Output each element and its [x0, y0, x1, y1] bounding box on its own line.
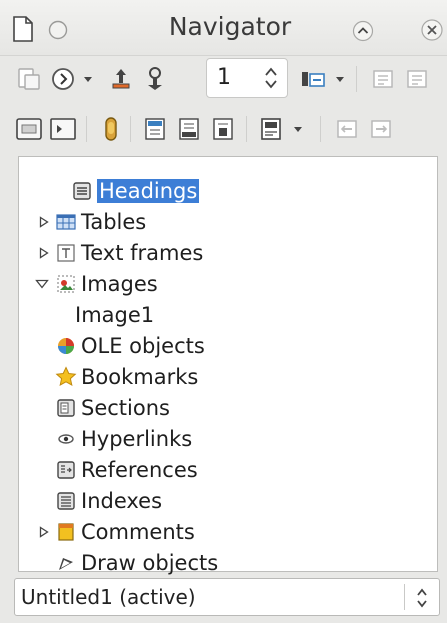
- tree-item-label: References: [81, 457, 198, 482]
- toolbar-separator: [320, 116, 321, 142]
- headings-icon: [71, 180, 93, 202]
- document-selector-value: Untitled1 (active): [21, 585, 196, 609]
- menu-circle-icon[interactable]: [48, 20, 68, 44]
- tree-item-label: Bookmarks: [81, 364, 199, 389]
- indexes-icon: [55, 490, 77, 512]
- tree-item-label: Text frames: [81, 240, 204, 265]
- collapse-arrow-icon[interactable]: [35, 277, 49, 291]
- toolbar-separator: [130, 116, 131, 142]
- spin-arrows-icon[interactable]: [263, 65, 279, 95]
- tree-item-comments[interactable]: Comments: [19, 516, 419, 547]
- comments-icon: [55, 521, 77, 543]
- bookmarks-icon: [55, 365, 77, 388]
- tree-item-label: Hyperlinks: [81, 426, 193, 451]
- demote-level-icon[interactable]: [364, 112, 398, 146]
- tree-item-draw-objects[interactable]: Draw objects: [19, 547, 419, 578]
- expand-arrow-icon[interactable]: [37, 246, 51, 260]
- tree-item-hyperlinks[interactable]: Hyperlinks: [19, 423, 419, 454]
- heading-level-spinbox[interactable]: 1: [206, 58, 288, 98]
- set-reminder-icon[interactable]: [94, 112, 128, 146]
- content-view-icon[interactable]: [46, 112, 80, 146]
- images-icon: [55, 273, 77, 295]
- tree-item-label: Draw objects: [81, 550, 219, 575]
- hyperlinks-icon: [55, 428, 77, 450]
- sections-icon: [55, 397, 77, 419]
- tree-item-bookmarks[interactable]: Bookmarks: [19, 361, 419, 392]
- heading-level-value: 1: [217, 65, 231, 90]
- chapter-down-icon[interactable]: [400, 62, 434, 96]
- list-box-on-off-icon[interactable]: [12, 112, 46, 146]
- promote-level-icon[interactable]: [330, 112, 364, 146]
- draw-objects-icon: [55, 552, 77, 574]
- selector-divider: [404, 584, 405, 610]
- insert-dropdown-icon[interactable]: [288, 112, 308, 146]
- insert-icon[interactable]: [254, 112, 288, 146]
- drag-mode-dropdown-icon[interactable]: [330, 62, 350, 96]
- header-icon[interactable]: [138, 112, 172, 146]
- tree-item-label: Indexes: [81, 488, 163, 513]
- title-bar: Navigator: [0, 0, 447, 56]
- window-title: Navigator: [168, 12, 292, 41]
- tree-item-label: Comments: [81, 519, 195, 544]
- tree-item-sections[interactable]: Sections: [19, 392, 419, 423]
- content-navigation-toggle-icon[interactable]: [12, 62, 46, 96]
- tree-item-text-frames[interactable]: Text frames: [19, 237, 419, 268]
- tree-item-label: Sections: [81, 395, 170, 420]
- tree-item-label: Tables: [81, 209, 147, 234]
- navigator-toolbar-row-2: [0, 104, 447, 154]
- document-selector[interactable]: Untitled1 (active): [14, 578, 440, 616]
- anchor-text-icon[interactable]: [206, 112, 240, 146]
- tree-item-image1[interactable]: Image1: [19, 299, 419, 330]
- drag-mode-icon[interactable]: [296, 62, 330, 96]
- navigator-toolbar-row-1: 1: [0, 54, 447, 104]
- text-frames-icon: [55, 242, 77, 264]
- shade-up-icon[interactable]: [352, 20, 374, 46]
- close-icon[interactable]: [420, 18, 446, 46]
- expand-arrow-icon[interactable]: [37, 525, 51, 539]
- chapter-up-icon[interactable]: [366, 62, 400, 96]
- tree-item-headings[interactable]: Headings: [19, 175, 419, 206]
- navigation-icon[interactable]: [46, 62, 80, 96]
- toolbar-separator: [86, 116, 87, 142]
- tree-item-ole-objects[interactable]: OLE objects: [19, 330, 419, 361]
- tree-item-label: Images: [81, 271, 158, 296]
- toolbar-separator: [356, 66, 357, 92]
- tree-item-images[interactable]: Images: [19, 268, 419, 299]
- ole-objects-icon: [55, 335, 77, 357]
- tree-item-label: Headings: [97, 178, 200, 203]
- tree-item-tables[interactable]: Tables: [19, 206, 419, 237]
- footer-icon[interactable]: [172, 112, 206, 146]
- tree-item-references[interactable]: References: [19, 454, 419, 485]
- promote-icon[interactable]: [104, 62, 138, 96]
- updown-arrows-icon[interactable]: [415, 587, 429, 613]
- references-icon: [55, 459, 77, 481]
- tables-icon: [55, 211, 77, 233]
- expand-arrow-icon[interactable]: [37, 215, 51, 229]
- navigator-content-tree[interactable]: Headings Tables Text frames Images Image…: [18, 156, 438, 575]
- toolbar-separator: [246, 116, 247, 142]
- tree-item-label: Image1: [75, 302, 155, 327]
- tree-item-indexes[interactable]: Indexes: [19, 485, 419, 516]
- navigation-dropdown-icon[interactable]: [78, 62, 98, 96]
- document-icon[interactable]: [12, 16, 34, 46]
- demote-icon[interactable]: [138, 62, 172, 96]
- tree-item-label: OLE objects: [81, 333, 205, 358]
